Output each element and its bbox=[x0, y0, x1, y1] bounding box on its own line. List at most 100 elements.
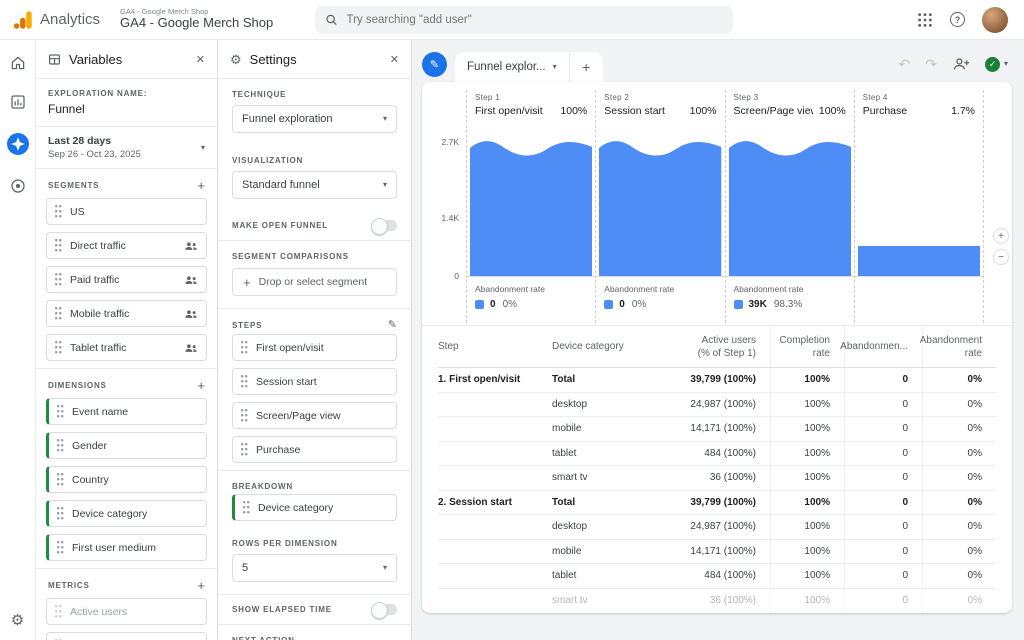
admin-gear-icon[interactable]: ⚙ bbox=[11, 613, 24, 628]
drag-handle-icon[interactable] bbox=[55, 307, 63, 320]
metric-chip[interactable]: Event count bbox=[46, 632, 207, 640]
drag-handle-icon[interactable] bbox=[55, 605, 63, 618]
drag-handle-icon[interactable] bbox=[57, 405, 65, 418]
y-tick: 1.4K bbox=[442, 213, 460, 223]
segment-chip[interactable]: US bbox=[46, 198, 207, 225]
chevron-down-icon: ▾ bbox=[1004, 60, 1008, 68]
drag-handle-icon[interactable] bbox=[57, 439, 65, 452]
abandonment-value: 0 bbox=[619, 299, 625, 310]
property-switcher[interactable]: GA4 - Google Merch Shop GA4 - Google Mer… bbox=[120, 8, 273, 32]
dimension-chip[interactable]: Gender bbox=[46, 432, 207, 459]
rows-per-dimension-select[interactable]: 5 ▾ bbox=[232, 554, 397, 582]
advertising-icon[interactable] bbox=[9, 177, 27, 195]
settings-title: Settings bbox=[250, 52, 297, 67]
funnel-bar[interactable] bbox=[855, 127, 983, 277]
drag-handle-icon[interactable] bbox=[55, 341, 63, 354]
zoom-in-button[interactable]: + bbox=[993, 228, 1009, 244]
drag-handle-icon[interactable] bbox=[241, 341, 249, 354]
dropzone-text: Drop or select segment bbox=[259, 276, 368, 288]
edit-mode-icon[interactable]: ✎ bbox=[422, 52, 447, 77]
drag-handle-icon[interactable] bbox=[241, 409, 249, 422]
analytics-logo[interactable]: Analytics bbox=[12, 9, 100, 31]
header-actions: ? bbox=[917, 7, 1012, 33]
close-icon[interactable]: ✕ bbox=[390, 53, 399, 66]
metric-chip[interactable]: Active users bbox=[46, 598, 207, 625]
people-icon bbox=[184, 241, 198, 251]
date-range-picker[interactable]: Last 28 days Sep 26 - Oct 23, 2025 ▾ bbox=[36, 127, 217, 168]
segment-comparison-dropzone[interactable]: + Drop or select segment bbox=[232, 268, 397, 296]
step-chip[interactable]: Session start bbox=[232, 368, 397, 395]
segment-chip[interactable]: Paid traffic bbox=[46, 266, 207, 293]
explore-icon-selected[interactable] bbox=[6, 132, 30, 156]
undo-icon[interactable]: ↶ bbox=[899, 57, 911, 71]
table-row: mobile 14,171 (100%) 100% 0 0% bbox=[438, 417, 996, 442]
abandonment-rate: 0% bbox=[632, 299, 646, 310]
saved-status-button[interactable]: ✓ ▾ bbox=[985, 57, 1008, 72]
home-icon[interactable] bbox=[9, 54, 27, 72]
apps-grid-icon[interactable] bbox=[917, 12, 933, 28]
reports-icon[interactable] bbox=[9, 93, 27, 111]
drag-handle-icon[interactable] bbox=[241, 375, 249, 388]
close-icon[interactable]: ✕ bbox=[196, 53, 205, 66]
user-avatar[interactable] bbox=[982, 7, 1008, 33]
redo-icon[interactable]: ↷ bbox=[925, 57, 937, 71]
table-row: tablet 484 (100%) 100% 0 0% bbox=[438, 442, 996, 467]
add-segment-icon[interactable]: + bbox=[197, 179, 205, 192]
dimension-chip[interactable]: First user medium bbox=[46, 534, 207, 561]
funnel-bar[interactable] bbox=[726, 127, 854, 277]
next-action-label: NEXT ACTION bbox=[232, 636, 295, 640]
zoom-out-button[interactable]: − bbox=[993, 249, 1009, 265]
dimension-chip[interactable]: Device category bbox=[46, 500, 207, 527]
canvas-tabbar: ✎ Funnel explor... ▾ + ↶ ↷ bbox=[422, 46, 1012, 82]
share-users-icon[interactable] bbox=[952, 57, 970, 71]
help-icon[interactable]: ? bbox=[950, 12, 965, 27]
drag-handle-icon[interactable] bbox=[55, 239, 63, 252]
check-icon: ✓ bbox=[985, 57, 1000, 72]
step-chip[interactable]: Screen/Page view bbox=[232, 402, 397, 429]
add-tab-button[interactable]: + bbox=[569, 52, 603, 82]
table-row: smart tv 36 (100%) 100% 0 0% bbox=[438, 466, 996, 491]
metric-label: Active users bbox=[70, 606, 127, 618]
breakdown-chip[interactable]: Device category bbox=[232, 494, 397, 521]
step-chip[interactable]: First open/visit bbox=[232, 334, 397, 361]
segment-chip[interactable]: Tablet traffic bbox=[46, 334, 207, 361]
drag-handle-icon[interactable] bbox=[243, 501, 251, 514]
search-input[interactable] bbox=[346, 14, 723, 26]
exploration-name-block[interactable]: EXPLORATION NAME: Funnel bbox=[36, 79, 217, 126]
step-index-label: Step 3 bbox=[734, 93, 846, 102]
step-index-label: Step 1 bbox=[475, 93, 587, 102]
make-open-funnel-toggle[interactable] bbox=[373, 220, 397, 231]
drag-handle-icon[interactable] bbox=[57, 541, 65, 554]
segment-chip[interactable]: Direct traffic bbox=[46, 232, 207, 259]
drag-handle-icon[interactable] bbox=[57, 507, 65, 520]
rows-per-dimension-value: 5 bbox=[242, 562, 377, 574]
drag-handle-icon[interactable] bbox=[55, 273, 63, 286]
table-row: tablet 484 (100%) 100% 0 0% bbox=[438, 564, 996, 589]
drag-handle-icon[interactable] bbox=[57, 473, 65, 486]
show-elapsed-time-toggle[interactable] bbox=[373, 604, 397, 615]
edit-steps-pencil-icon[interactable]: ✎ bbox=[388, 320, 397, 331]
dimension-chip[interactable]: Event name bbox=[46, 398, 207, 425]
segments-label: SEGMENTS bbox=[48, 181, 99, 190]
table-row: desktop 24,987 (100%) 100% 0 0% bbox=[438, 393, 996, 418]
funnel-bar[interactable] bbox=[467, 127, 595, 277]
funnel-bar[interactable] bbox=[596, 127, 724, 277]
visualization-select[interactable]: Standard funnel ▾ bbox=[232, 171, 397, 199]
add-dimension-icon[interactable]: + bbox=[197, 379, 205, 392]
step-name: Session start bbox=[604, 105, 665, 117]
exploration-canvas: ✎ Funnel explor... ▾ + ↶ ↷ bbox=[412, 40, 1024, 640]
add-metric-icon[interactable]: + bbox=[197, 579, 205, 592]
drag-handle-icon[interactable] bbox=[241, 443, 249, 456]
segment-chip[interactable]: Mobile traffic bbox=[46, 300, 207, 327]
y-tick: 0 bbox=[454, 271, 459, 281]
global-search[interactable] bbox=[315, 6, 733, 34]
step-completion: 100% bbox=[813, 105, 846, 117]
technique-select[interactable]: Funnel exploration ▾ bbox=[232, 105, 397, 133]
settings-panel: ⚙ Settings ✕ TECHNIQUE Funnel exploratio… bbox=[218, 40, 412, 640]
drag-handle-icon[interactable] bbox=[55, 205, 63, 218]
plus-icon: + bbox=[243, 275, 251, 290]
tab-funnel-exploration[interactable]: Funnel explor... ▾ bbox=[455, 52, 569, 82]
dimension-chip[interactable]: Country bbox=[46, 466, 207, 493]
step-chip[interactable]: Purchase bbox=[232, 436, 397, 463]
col-active-users: Active users(% of Step 1) bbox=[648, 326, 770, 367]
